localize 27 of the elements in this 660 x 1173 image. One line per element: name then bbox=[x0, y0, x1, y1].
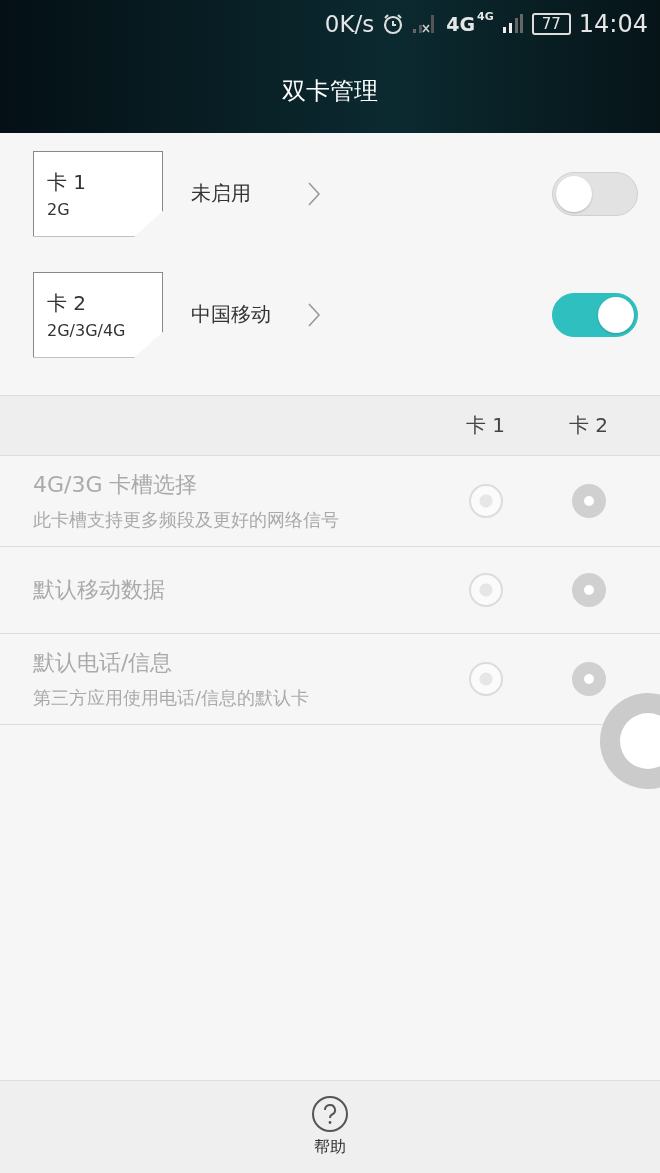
sim-name: 卡 1 bbox=[47, 168, 88, 196]
network-type: 4G bbox=[446, 13, 476, 35]
help-button[interactable]: 帮助 bbox=[305, 1081, 355, 1173]
battery-level: 77 bbox=[531, 13, 571, 35]
page-title: 双卡管理 bbox=[282, 75, 378, 107]
alarm-icon bbox=[382, 13, 405, 35]
signal-icon bbox=[501, 13, 524, 35]
help-icon bbox=[311, 1095, 349, 1133]
sim-bands: 2G/3G/4G bbox=[47, 320, 162, 340]
operator-link[interactable]: 中国移动 bbox=[191, 301, 301, 328]
column-header: 卡 2 bbox=[567, 412, 610, 439]
setting-title: 默认电话/信息 bbox=[33, 649, 174, 677]
sim-toggle[interactable] bbox=[552, 171, 638, 216]
column-header: 卡 1 bbox=[464, 412, 507, 439]
operator-link[interactable]: 未启用 bbox=[191, 180, 301, 207]
sim-toggle[interactable] bbox=[552, 292, 638, 337]
clock: 14:04 bbox=[578, 10, 648, 38]
network-type: 4G bbox=[477, 10, 494, 23]
sim-bands: 2G bbox=[47, 199, 162, 219]
setting-subtitle: 第三方应用使用电话/信息的默认卡 bbox=[33, 686, 311, 710]
setting-title: 默认移动数据 bbox=[33, 576, 166, 604]
sim-name: 卡 2 bbox=[47, 289, 88, 317]
chevron-icon bbox=[307, 301, 321, 328]
network-speed: 0K/s bbox=[324, 11, 375, 37]
setting-subtitle: 此卡槽支持更多频段及更好的网络信号 bbox=[33, 508, 340, 532]
setting-title: 4G/3G 卡槽选择 bbox=[33, 471, 199, 499]
chevron-icon bbox=[307, 180, 321, 207]
